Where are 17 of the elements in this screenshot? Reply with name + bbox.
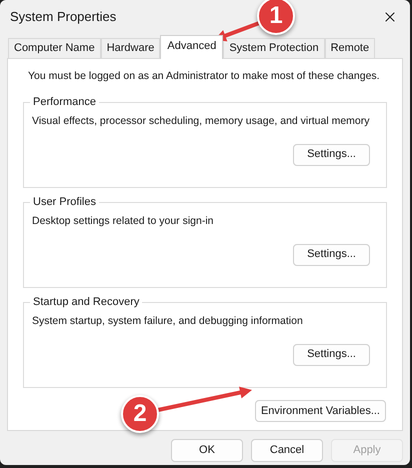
tab[interactable]: Hardware — [100, 38, 160, 58]
dialog-button[interactable]: Cancel — [251, 439, 323, 462]
group-title: Startup and Recovery — [30, 294, 142, 309]
tab[interactable]: System Protection — [223, 38, 325, 58]
dialog-button[interactable]: OK — [171, 439, 243, 462]
group-description: Desktop settings related to your sign-in — [32, 214, 215, 229]
tab[interactable]: Advanced — [160, 35, 224, 59]
tab[interactable]: Computer Name — [8, 38, 101, 58]
window-title: System Properties — [10, 8, 116, 26]
admin-notice: You must be logged on as an Administrator to make most of these changes. — [28, 69, 380, 84]
settings-button[interactable]: Settings... — [293, 244, 370, 266]
group-description: System startup, system failure, and debugging information — [32, 314, 304, 329]
environment-variables-button[interactable]: Environment Variables... — [254, 400, 386, 422]
tab[interactable]: Remote — [324, 38, 376, 58]
group-description: Visual effects, processor scheduling, memory usage, and virtual memory — [32, 114, 371, 129]
settings-button[interactable]: Settings... — [293, 344, 370, 366]
settings-button[interactable]: Settings... — [293, 144, 370, 166]
